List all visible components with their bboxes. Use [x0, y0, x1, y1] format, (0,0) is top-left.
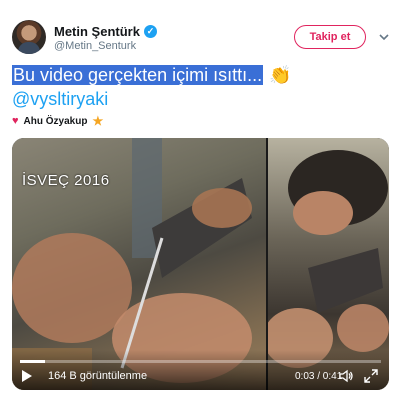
mention-link[interactable]: @vysltiryaki: [12, 88, 108, 111]
author-name-row: Metin Şentürk ✓: [54, 24, 157, 39]
author-display-name[interactable]: Metin Şentürk: [54, 24, 140, 39]
avatar[interactable]: [12, 20, 46, 54]
view-count: 164 B görüntülenme: [48, 370, 148, 382]
fullscreen-icon[interactable]: [363, 368, 379, 384]
chevron-down-icon[interactable]: [377, 30, 391, 44]
clapping-hands-icon: 👏: [269, 65, 292, 85]
follow-button[interactable]: Takip et: [294, 25, 366, 49]
progress-fill: [20, 360, 46, 363]
heart-icon: ♥: [12, 115, 19, 127]
play-icon[interactable]: [22, 370, 32, 382]
volume-icon[interactable]: [338, 368, 354, 384]
tweet-card: Metin Şentürk ✓ @Metin_Senturk Takip et …: [0, 0, 400, 405]
tweet-text-selected: Bu video gerçekten içimi ısıttı...: [12, 65, 264, 85]
video-time: 0:03 / 0:41: [295, 371, 343, 382]
author-handle[interactable]: @Metin_Senturk: [54, 40, 136, 52]
tweet-text-line: Bu video gerçekten içimi ısıttı... 👏: [12, 64, 292, 87]
video-overlay-text: İSVEÇ 2016: [22, 172, 110, 189]
video-player[interactable]: İSVEÇ 2016 164 B görüntülenme 0:03 / 0:4…: [12, 138, 389, 390]
liked-by-row: ♥ Ahu Özyakup ★: [12, 114, 103, 128]
video-controls: 164 B görüntülenme 0:03 / 0:41: [12, 350, 389, 390]
liked-by-name[interactable]: Ahu Özyakup: [24, 116, 88, 127]
star-icon: ★: [92, 114, 104, 128]
progress-bar[interactable]: [20, 360, 381, 363]
verified-badge-icon: ✓: [143, 25, 157, 38]
